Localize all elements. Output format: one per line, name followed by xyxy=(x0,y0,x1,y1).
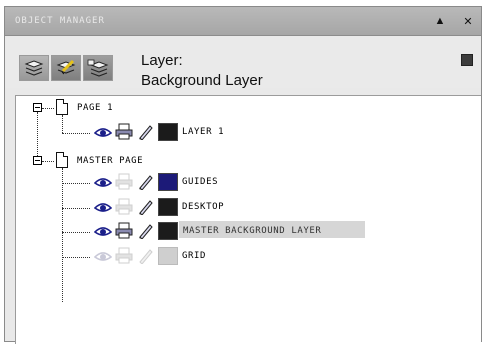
pencil-icon[interactable] xyxy=(137,222,153,239)
printer-icon[interactable] xyxy=(115,123,133,140)
layer-prefix-label: Layer: xyxy=(141,52,183,69)
printer-disabled-icon[interactable] xyxy=(115,173,133,190)
tree-connector xyxy=(62,133,90,134)
layer-color-swatch[interactable] xyxy=(158,123,178,141)
show-object-properties-icon xyxy=(24,60,44,76)
layer-label[interactable]: DESKTOP xyxy=(182,202,224,212)
title-bar[interactable]: OBJECT MANAGER ▲ ✕ xyxy=(5,7,481,36)
printer-disabled-icon[interactable] xyxy=(115,198,133,215)
tree-connector xyxy=(62,232,90,233)
tree-connector xyxy=(62,183,90,184)
tree-connector xyxy=(37,112,38,162)
page-label[interactable]: PAGE 1 xyxy=(77,103,113,113)
pencil-disabled-icon[interactable] xyxy=(137,247,153,264)
layer-color-swatch[interactable] xyxy=(158,198,178,216)
eye-icon[interactable] xyxy=(94,125,112,139)
layer-color-swatch[interactable] xyxy=(158,222,178,240)
tree-connector xyxy=(42,108,54,109)
tree-connector xyxy=(62,208,90,209)
flyout-menu-button[interactable] xyxy=(461,54,473,66)
edit-across-layers-icon xyxy=(56,59,76,75)
pencil-icon[interactable] xyxy=(137,173,153,190)
tree-connector xyxy=(62,115,63,133)
page-icon xyxy=(56,152,68,168)
window-title: OBJECT MANAGER xyxy=(15,16,105,26)
tree-connector xyxy=(42,161,54,162)
printer-disabled-icon[interactable] xyxy=(115,247,133,264)
page-icon xyxy=(56,99,68,115)
printer-icon[interactable] xyxy=(115,222,133,239)
layer-manager-view-button[interactable] xyxy=(83,55,113,81)
layer-tree: PAGE 1 LAYER 1 MASTER PAGE GUIDES DESKTO… xyxy=(15,95,481,344)
eye-icon[interactable] xyxy=(94,224,112,238)
edit-across-layers-button[interactable] xyxy=(51,55,81,81)
layer-label[interactable]: LAYER 1 xyxy=(182,127,224,137)
eye-hidden-icon[interactable] xyxy=(94,249,112,263)
object-manager-panel: OBJECT MANAGER ▲ ✕ Layer: Background Lay… xyxy=(4,6,482,344)
master-page-collapse-toggle[interactable] xyxy=(33,156,42,165)
tree-connector xyxy=(62,257,90,258)
current-layer-caption: Layer: Background Layer xyxy=(141,51,263,91)
show-object-properties-button[interactable] xyxy=(19,55,49,81)
page1-collapse-toggle[interactable] xyxy=(33,103,42,112)
collapse-button[interactable]: ▲ xyxy=(432,13,448,29)
layer-label[interactable]: GUIDES xyxy=(182,177,218,187)
tree-connector xyxy=(62,168,63,302)
page-label[interactable]: MASTER PAGE xyxy=(77,156,143,166)
layer-color-swatch[interactable] xyxy=(158,247,178,265)
current-layer-name: Background Layer xyxy=(141,72,263,89)
pencil-icon[interactable] xyxy=(137,198,153,215)
tool-buttons xyxy=(19,55,129,81)
layer-label[interactable]: MASTER BACKGROUND LAYER xyxy=(183,226,321,236)
close-button[interactable]: ✕ xyxy=(460,13,476,29)
eye-icon[interactable] xyxy=(94,175,112,189)
pencil-icon[interactable] xyxy=(137,123,153,140)
eye-icon[interactable] xyxy=(94,200,112,214)
layer-color-swatch[interactable] xyxy=(158,173,178,191)
layer-manager-view-icon xyxy=(87,59,109,77)
layer-label[interactable]: GRID xyxy=(182,251,206,261)
